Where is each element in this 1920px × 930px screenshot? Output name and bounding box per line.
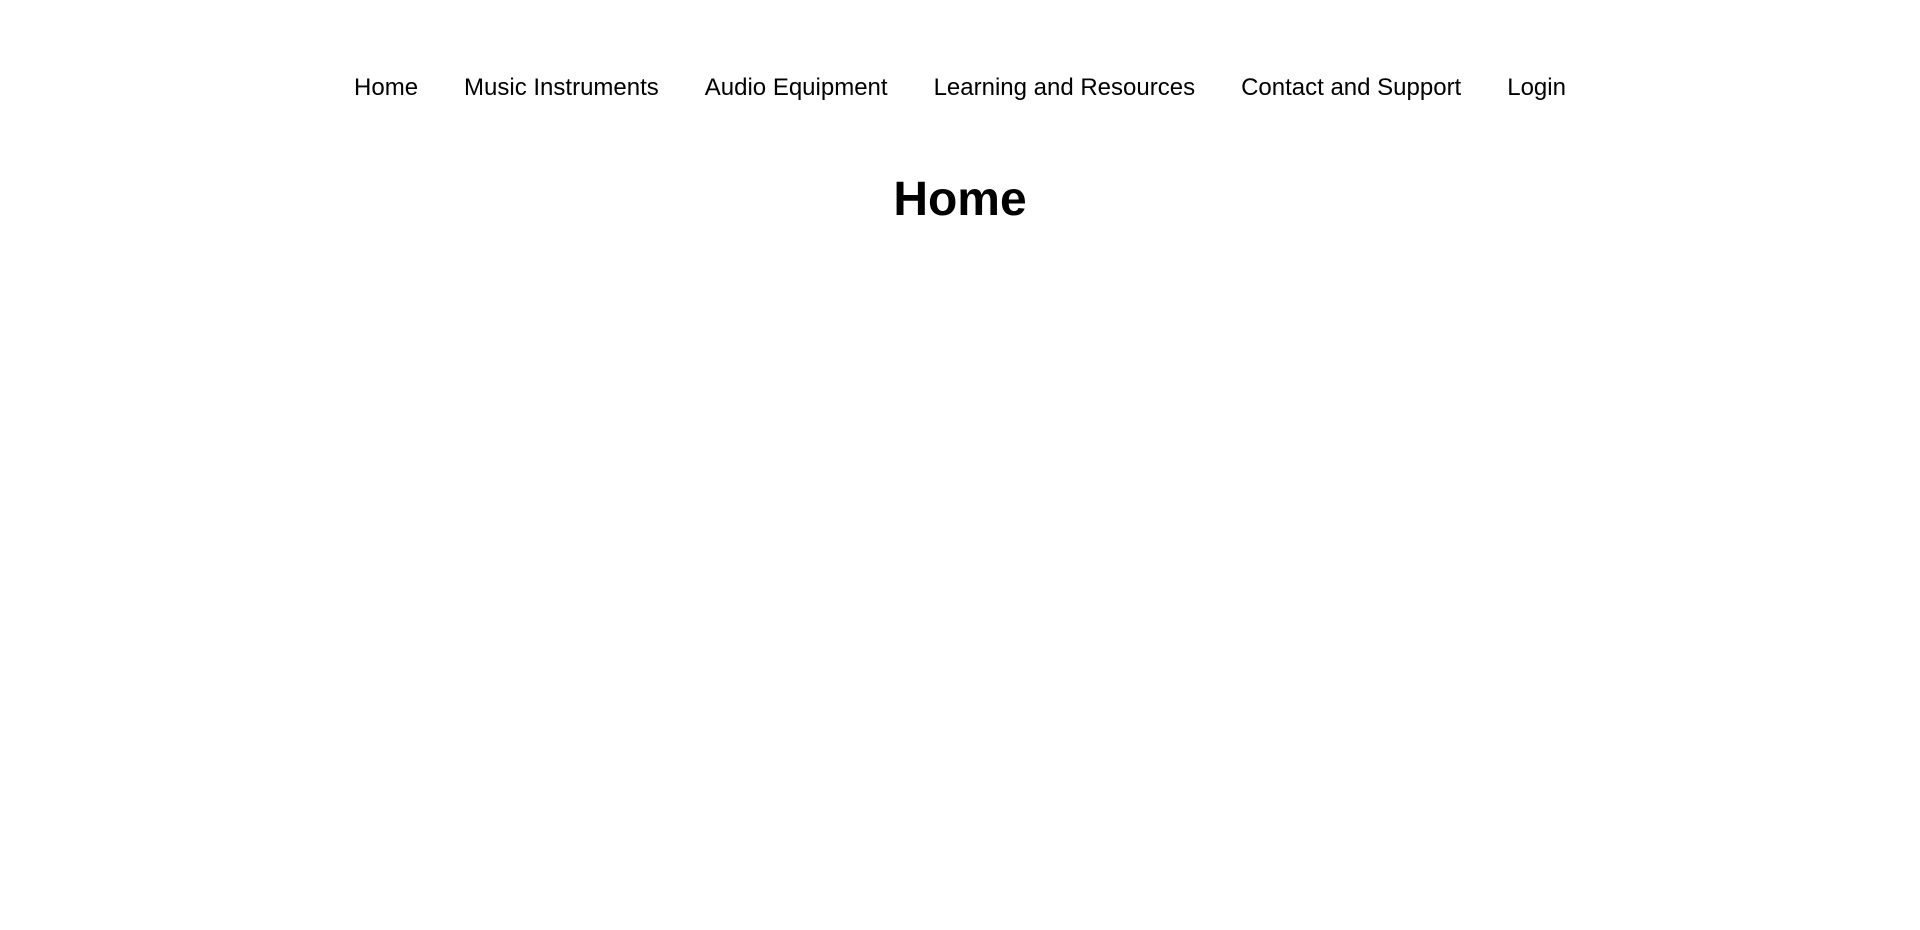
nav-link-login[interactable]: Login bbox=[1507, 70, 1566, 106]
nav-link-home[interactable]: Home bbox=[354, 70, 418, 106]
nav-link-contact-and-support[interactable]: Contact and Support bbox=[1241, 70, 1461, 106]
page-title: Home bbox=[893, 173, 1027, 226]
main-navigation: Home Music Instruments Audio Equipment L… bbox=[0, 70, 1920, 106]
nav-link-audio-equipment[interactable]: Audio Equipment bbox=[705, 70, 888, 106]
nav-link-music-instruments[interactable]: Music Instruments bbox=[464, 70, 659, 106]
nav-link-learning-and-resources[interactable]: Learning and Resources bbox=[934, 70, 1196, 106]
